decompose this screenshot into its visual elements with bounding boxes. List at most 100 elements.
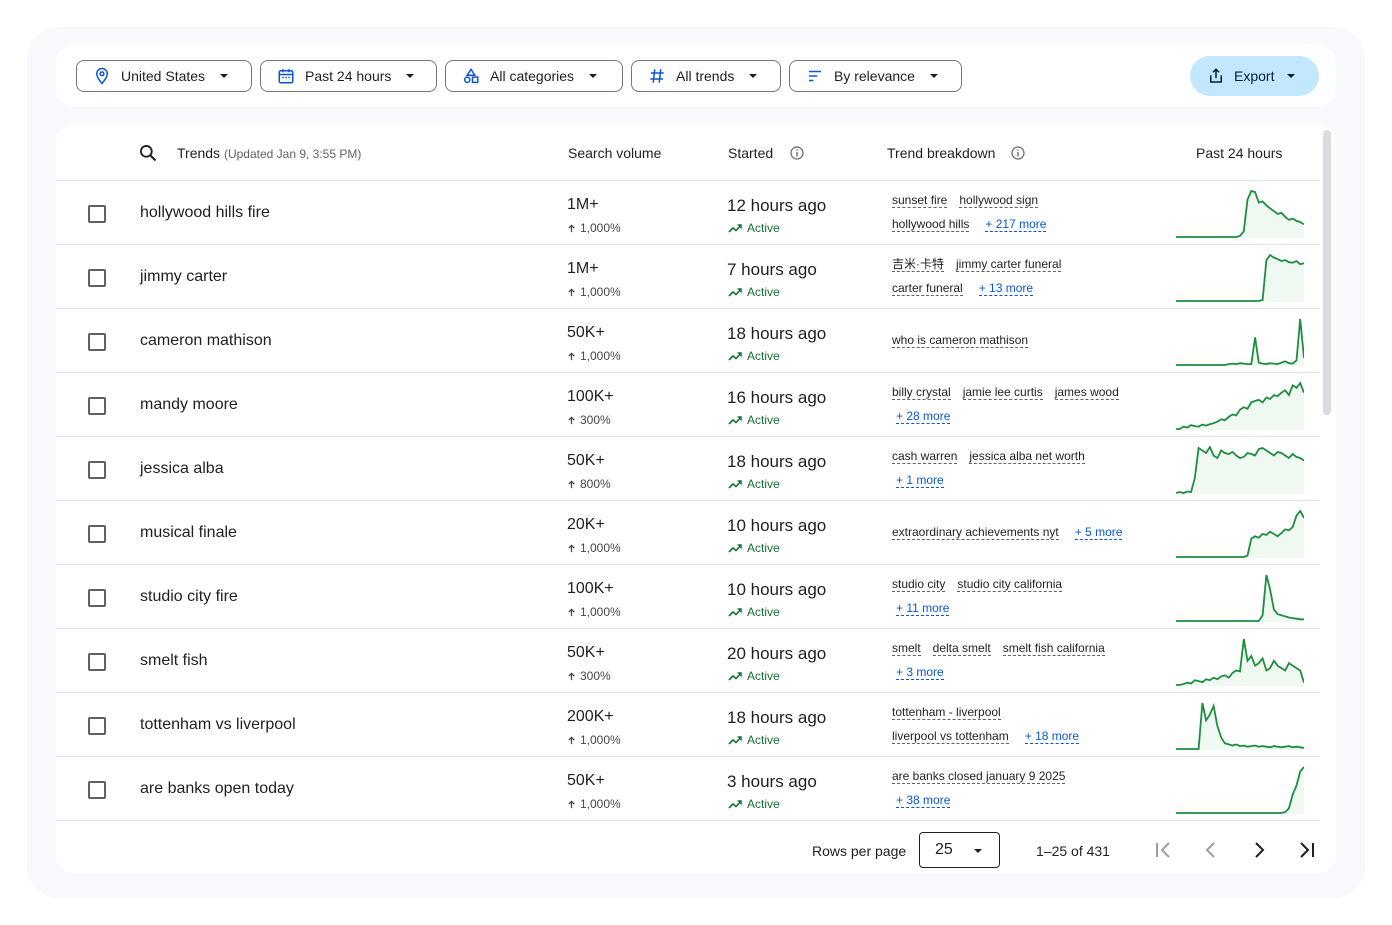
breakdown-query[interactable]: smelt fish california: [1002, 641, 1105, 656]
trend-term[interactable]: tottenham vs liverpool: [140, 716, 296, 734]
breakdown-query[interactable]: james wood: [1054, 385, 1119, 400]
more-queries-link[interactable]: + 13 more: [978, 281, 1034, 296]
breakdown-query[interactable]: who is cameron mathison: [892, 333, 1029, 348]
trend-term[interactable]: smelt fish: [140, 652, 208, 670]
row-checkbox[interactable]: [88, 717, 106, 735]
arrow-up-icon: [568, 671, 575, 680]
breakdown-query[interactable]: carter funeral: [892, 281, 963, 296]
trend-sparkline[interactable]: [1176, 699, 1304, 751]
export-button[interactable]: Export: [1190, 56, 1319, 96]
trend-term[interactable]: cameron mathison: [140, 332, 272, 350]
breakdown-query[interactable]: 吉米·卡特: [892, 257, 944, 272]
volume-increase: 1,000%: [567, 605, 621, 619]
time-filter[interactable]: Past 24 hours: [260, 60, 437, 92]
breakdown-query[interactable]: liverpool vs tottenham: [892, 729, 1009, 744]
trend-term[interactable]: mandy moore: [140, 396, 238, 414]
row-checkbox[interactable]: [88, 397, 106, 415]
trend-sparkline[interactable]: [1176, 315, 1304, 367]
breakdown-query[interactable]: sunset fire: [892, 193, 948, 208]
table-row[interactable]: mandy moore 100K+ 300% 16 hours ago Acti…: [56, 373, 1320, 437]
more-queries-link[interactable]: + 38 more: [896, 793, 951, 808]
breakdown-query[interactable]: delta smelt: [932, 641, 991, 656]
table-row[interactable]: tottenham vs liverpool 200K+ 1,000% 18 h…: [56, 693, 1320, 757]
volume-increase-value: 1,000%: [580, 605, 621, 619]
trend-term[interactable]: jessica alba: [140, 460, 224, 478]
row-checkbox[interactable]: [88, 461, 106, 479]
breakdown-query[interactable]: extraordinary achievements nyt: [892, 525, 1059, 540]
row-checkbox[interactable]: [88, 781, 106, 799]
breakdown-query[interactable]: tottenham - liverpool: [892, 705, 1001, 720]
previous-page-icon[interactable]: [1199, 838, 1223, 862]
trend-term[interactable]: studio city fire: [140, 588, 238, 606]
started-time: 7 hours ago: [727, 260, 817, 279]
more-queries-link[interactable]: + 11 more: [896, 601, 950, 616]
row-checkbox[interactable]: [88, 269, 106, 287]
row-checkbox[interactable]: [88, 333, 106, 351]
breakdown-query[interactable]: studio city: [892, 577, 946, 592]
more-queries-link[interactable]: + 217 more: [985, 217, 1047, 232]
table-row[interactable]: smelt fish 50K+ 300% 20 hours ago Active…: [56, 629, 1320, 693]
sparkline-area: [1176, 511, 1304, 558]
trend-sparkline[interactable]: [1176, 379, 1304, 431]
breakdown-query[interactable]: jessica alba net worth: [969, 449, 1085, 464]
first-page-icon[interactable]: [1151, 838, 1175, 862]
breakdown-query[interactable]: jimmy carter funeral: [956, 257, 1062, 272]
trend-sparkline[interactable]: [1176, 443, 1304, 495]
trend-sparkline[interactable]: [1176, 187, 1304, 239]
trend-sparkline[interactable]: [1176, 251, 1304, 303]
trend-sparkline[interactable]: [1176, 763, 1304, 815]
trend-term[interactable]: jimmy carter: [140, 268, 227, 286]
sparkline-area: [1176, 575, 1304, 622]
table-row[interactable]: jessica alba 50K+ 800% 18 hours ago Acti…: [56, 437, 1320, 501]
table-row[interactable]: studio city fire 100K+ 1,000% 10 hours a…: [56, 565, 1320, 629]
row-checkbox[interactable]: [88, 525, 106, 543]
last-page-icon[interactable]: [1295, 838, 1319, 862]
row-checkbox[interactable]: [88, 205, 106, 223]
breakdown-query[interactable]: are banks closed january 9 2025: [892, 769, 1066, 784]
trend-type-filter[interactable]: All trends: [631, 60, 781, 92]
table-row[interactable]: jimmy carter 1M+ 1,000% 7 hours ago Acti…: [56, 245, 1320, 309]
sort-filter[interactable]: By relevance: [789, 60, 962, 92]
info-icon[interactable]: [1011, 146, 1025, 160]
started-time: 12 hours ago: [727, 196, 827, 215]
started-column-header[interactable]: Started: [728, 145, 773, 161]
more-queries-link[interactable]: + 5 more: [1074, 525, 1123, 540]
status-label: Active: [747, 733, 780, 747]
info-icon[interactable]: [790, 146, 804, 160]
more-queries-link[interactable]: + 3 more: [896, 665, 944, 680]
arrow-up-icon: [568, 543, 575, 552]
breakdown-query[interactable]: hollywood hills: [892, 217, 970, 232]
row-checkbox[interactable]: [88, 653, 106, 671]
row-checkbox[interactable]: [88, 589, 106, 607]
status-badge: Active: [728, 413, 780, 427]
more-queries-link[interactable]: + 1 more: [896, 473, 944, 488]
trend-term[interactable]: are banks open today: [140, 780, 294, 798]
breakdown-query[interactable]: cash warren: [892, 449, 958, 464]
breakdown-query[interactable]: smelt: [892, 641, 921, 656]
search-volume-column-header[interactable]: Search volume: [568, 145, 661, 161]
table-row[interactable]: musical finale 20K+ 1,000% 10 hours ago …: [56, 501, 1320, 565]
trend-breakdown: are banks closed january 9 2025 + 38 more: [892, 757, 1154, 821]
search-icon[interactable]: [138, 143, 158, 163]
trend-sparkline[interactable]: [1176, 507, 1304, 559]
rows-per-page-select[interactable]: 25: [919, 832, 1000, 868]
trend-sparkline[interactable]: [1176, 635, 1304, 687]
breakdown-query[interactable]: studio city california: [957, 577, 1063, 592]
category-filter[interactable]: All categories: [445, 60, 623, 92]
next-page-icon[interactable]: [1247, 838, 1271, 862]
breakdown-query[interactable]: billy crystal: [892, 385, 951, 400]
breakdown-query[interactable]: hollywood sign: [959, 193, 1039, 208]
location-filter[interactable]: United States: [76, 60, 252, 92]
table-row[interactable]: hollywood hills fire 1M+ 1,000% 12 hours…: [56, 181, 1320, 245]
more-queries-link[interactable]: + 28 more: [896, 409, 951, 424]
scrollbar[interactable]: [1323, 130, 1331, 415]
trend-term[interactable]: hollywood hills fire: [140, 204, 270, 222]
table-row[interactable]: are banks open today 50K+ 1,000% 3 hours…: [56, 757, 1320, 821]
more-queries-link[interactable]: + 18 more: [1024, 729, 1080, 744]
trend-term[interactable]: musical finale: [140, 524, 237, 542]
volume-increase-value: 1,000%: [580, 349, 621, 363]
breakdown-query[interactable]: jamie lee curtis: [962, 385, 1043, 400]
table-row[interactable]: cameron mathison 50K+ 1,000% 18 hours ag…: [56, 309, 1320, 373]
trending-up-icon: [728, 800, 742, 809]
trend-sparkline[interactable]: [1176, 571, 1304, 623]
